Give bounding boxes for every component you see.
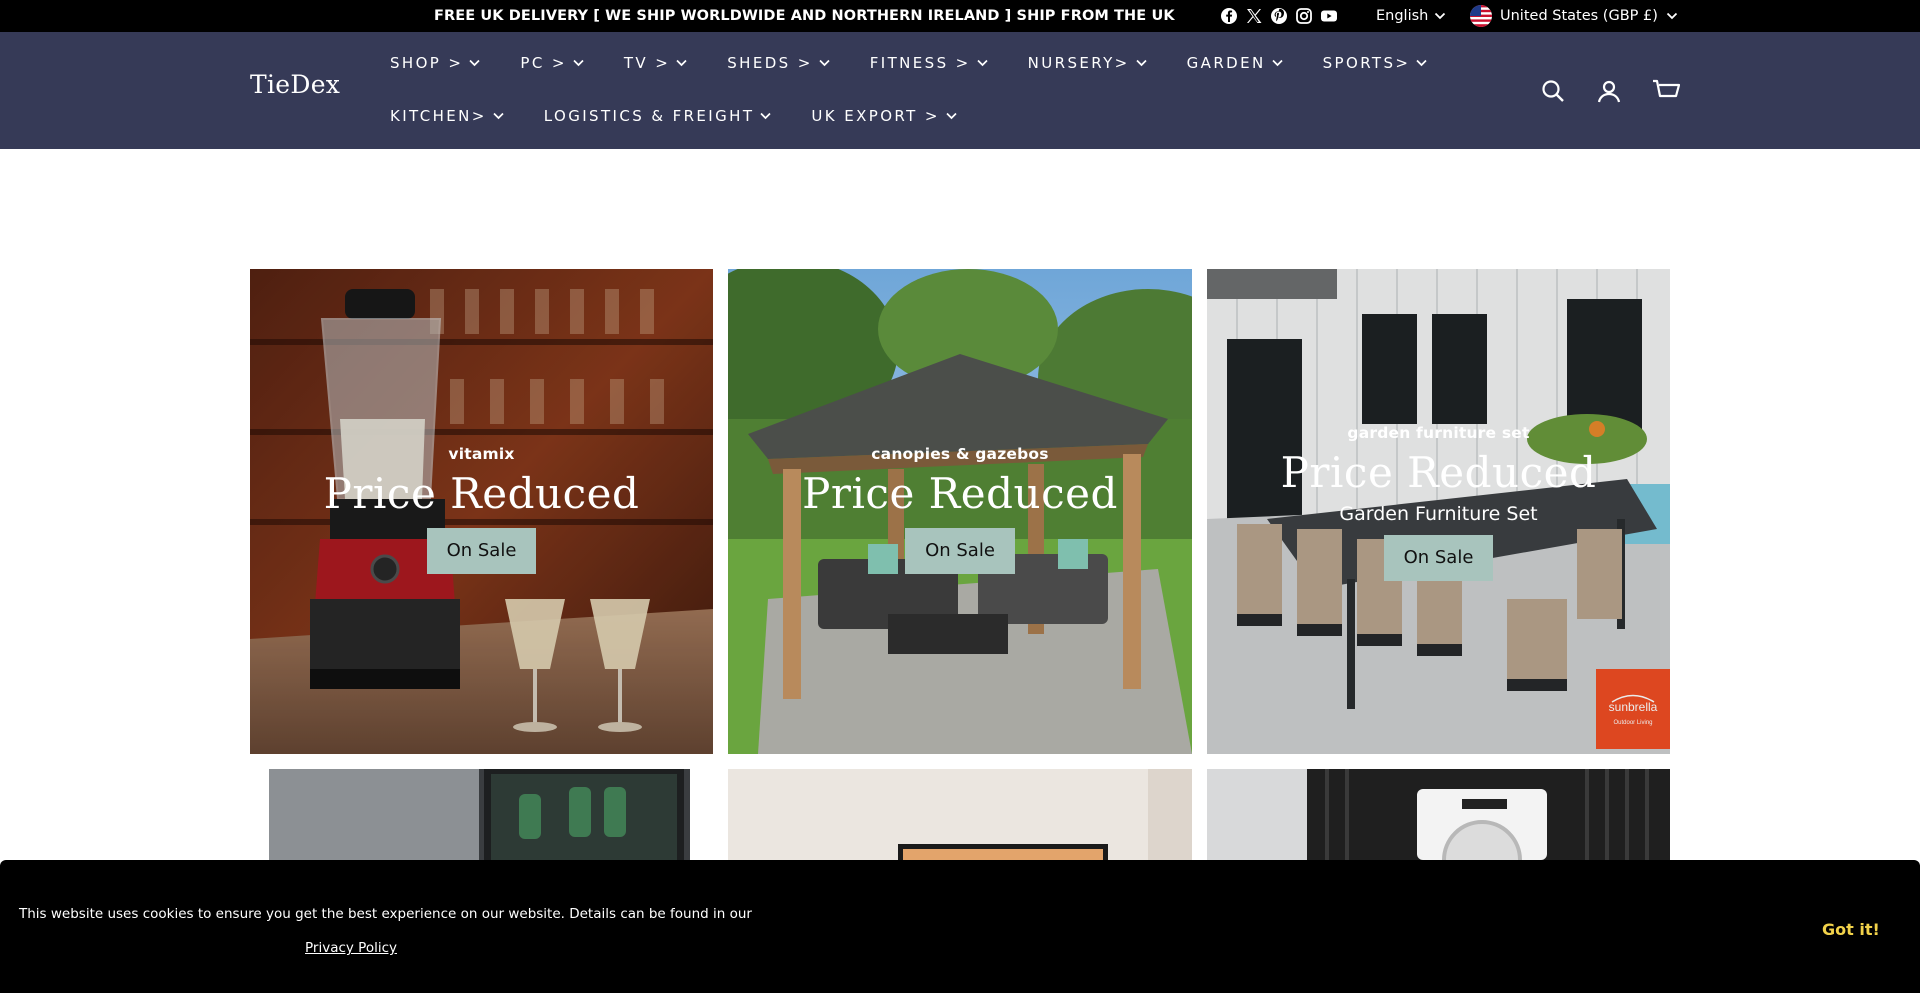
nav-label: SPORTS> (1322, 54, 1411, 72)
tile-description: Garden Furniture Set (1339, 503, 1538, 525)
tile-title: Price Reduced (802, 469, 1118, 518)
nav-item-logistics[interactable]: LOGISTICS & FREIGHT (544, 107, 772, 125)
nav-label: UK EXPORT > (811, 107, 940, 125)
youtube-icon[interactable] (1320, 7, 1338, 25)
chevron-down-icon (1136, 59, 1147, 67)
chevron-down-icon (946, 112, 957, 120)
nav-item-sheds[interactable]: SHEDS > (727, 54, 830, 72)
tv-image (728, 769, 1192, 860)
on-sale-button[interactable]: On Sale (426, 528, 537, 574)
tile-subtitle: canopies & gazebos (871, 445, 1049, 463)
chevron-down-icon (1272, 59, 1283, 67)
chevron-down-icon (1416, 59, 1427, 67)
nav-item-kitchen[interactable]: KITCHEN> (390, 107, 504, 125)
pinterest-icon[interactable] (1270, 7, 1288, 25)
header-actions (1540, 78, 1681, 104)
cart-icon[interactable] (1652, 78, 1681, 104)
chevron-down-icon (1666, 0, 1678, 32)
tile-title: Price Reduced (1280, 448, 1597, 497)
nav-label: GARDEN (1186, 54, 1266, 72)
site-header: TieDex SHOP > PC > TV > SHEDS > FITNESS … (0, 32, 1920, 149)
chevron-down-icon (469, 59, 480, 67)
social-links (1220, 7, 1338, 25)
nav-label: LOGISTICS & FREIGHT (543, 107, 755, 125)
chevron-down-icon (977, 59, 988, 67)
tile-subtitle: vitamix (448, 445, 515, 463)
promo-tile-garden-furniture[interactable]: sunbrella Outdoor Living garden furnitur… (1207, 269, 1670, 754)
x-icon[interactable] (1245, 7, 1263, 25)
nav-item-tv[interactable]: TV > (624, 54, 687, 72)
nav-item-fitness[interactable]: FITNESS > (870, 54, 988, 72)
nav-label: FITNESS > (869, 54, 971, 72)
tile-content: canopies & gazebos Price Reduced On Sale (728, 445, 1192, 574)
fridge-image (269, 769, 690, 860)
announcement-bar: FREE UK DELIVERY [ WE SHIP WORLDWIDE AND… (0, 0, 1920, 32)
nav-label: NURSERY> (1027, 54, 1130, 72)
nav-item-garden[interactable]: GARDEN (1187, 54, 1283, 72)
nav-label: KITCHEN> (390, 107, 487, 125)
accept-cookies-button[interactable]: Got it! (1822, 920, 1880, 939)
chevron-down-icon (573, 59, 584, 67)
nav-item-sports[interactable]: SPORTS> (1323, 54, 1428, 72)
tile-subtitle: garden furniture set (1347, 424, 1530, 442)
promo-tile-gazebo[interactable]: canopies & gazebos Price Reduced On Sale (728, 269, 1192, 754)
tile-content: vitamix Price Reduced On Sale (250, 445, 713, 574)
washer-image (1207, 769, 1670, 860)
site-logo[interactable]: TieDex (250, 70, 340, 99)
language-selector[interactable]: English (1376, 0, 1446, 32)
nav-label: SHOP > (390, 54, 464, 72)
on-sale-button[interactable]: On Sale (1383, 535, 1494, 581)
promo-tile-vitamix[interactable]: vitamix Price Reduced On Sale (250, 269, 713, 754)
currency-selector[interactable]: United States (GBP £) (1470, 0, 1678, 32)
nav-label: TV > (623, 54, 671, 72)
nav-label: SHEDS > (727, 54, 813, 72)
main-nav-row-2: KITCHEN> LOGISTICS & FREIGHT UK EXPORT > (390, 107, 997, 125)
tile-content: garden furniture set Price Reduced Garde… (1207, 424, 1670, 581)
cookie-message: This website uses cookies to ensure you … (19, 906, 752, 922)
promo-tile-washer[interactable] (1207, 769, 1670, 860)
nav-item-nursery[interactable]: NURSERY> (1028, 54, 1147, 72)
instagram-icon[interactable] (1295, 7, 1313, 25)
chevron-down-icon (819, 59, 830, 67)
promo-tile-tv[interactable] (728, 769, 1192, 860)
tile-title: Price Reduced (323, 469, 640, 518)
us-flag-icon (1470, 5, 1492, 27)
chevron-down-icon (1434, 0, 1446, 32)
account-icon[interactable] (1596, 78, 1622, 104)
promo-tile-fridge[interactable] (269, 769, 690, 860)
chevron-down-icon (760, 112, 772, 120)
language-label: English (1376, 8, 1429, 24)
search-icon[interactable] (1540, 78, 1566, 104)
chevron-down-icon (676, 59, 687, 67)
nav-item-shop[interactable]: SHOP > (390, 54, 480, 72)
announcement-text: FREE UK DELIVERY [ WE SHIP WORLDWIDE AND… (434, 8, 1175, 24)
facebook-icon[interactable] (1220, 7, 1238, 25)
nav-item-uk-export[interactable]: UK EXPORT > (811, 107, 957, 125)
main-nav-row-1: SHOP > PC > TV > SHEDS > FITNESS > NURSE… (390, 54, 1467, 72)
nav-item-pc[interactable]: PC > (520, 54, 584, 72)
nav-label: PC > (520, 54, 567, 72)
chevron-down-icon (493, 112, 504, 120)
on-sale-button[interactable]: On Sale (905, 528, 1015, 574)
currency-label: United States (GBP £) (1500, 8, 1658, 24)
cookie-banner: This website uses cookies to ensure you … (0, 860, 1920, 993)
privacy-policy-link[interactable]: Privacy Policy (305, 940, 397, 956)
